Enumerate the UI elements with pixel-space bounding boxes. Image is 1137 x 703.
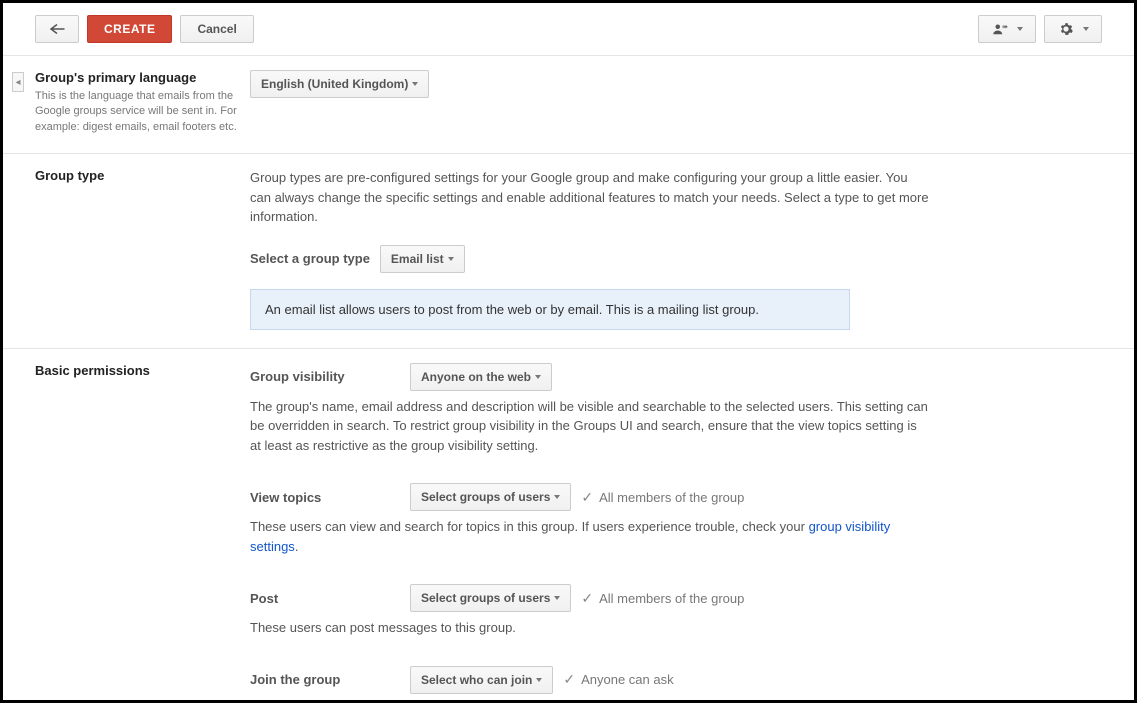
visibility-label: Group visibility: [250, 369, 400, 384]
gear-icon: [1057, 22, 1075, 36]
grouptype-dropdown[interactable]: Email list: [380, 245, 465, 273]
checkmark-icon: ✓: [581, 590, 593, 607]
viewtopics-check: ✓ All members of the group: [581, 489, 744, 506]
join-label: Join the group: [250, 672, 400, 687]
language-value: English (United Kingdom): [261, 77, 408, 91]
back-button[interactable]: [35, 15, 79, 43]
chevron-down-icon: [535, 375, 541, 379]
visibility-dropdown[interactable]: Anyone on the web: [410, 363, 552, 391]
language-desc: This is the language that emails from th…: [35, 89, 238, 135]
join-check: ✓ Anyone can ask: [563, 671, 673, 688]
chevron-down-icon: [554, 495, 560, 499]
language-dropdown[interactable]: English (United Kingdom): [250, 70, 429, 98]
members-button[interactable]: [978, 15, 1036, 43]
join-value: Select who can join: [421, 673, 532, 687]
post-label: Post: [250, 591, 400, 606]
visibility-desc: The group's name, email address and desc…: [250, 397, 930, 456]
chevron-down-icon: [1083, 27, 1089, 31]
checkmark-icon: ✓: [563, 671, 575, 688]
viewtopics-value: Select groups of users: [421, 490, 550, 504]
post-dropdown[interactable]: Select groups of users: [410, 584, 571, 612]
chevron-down-icon: [448, 257, 454, 261]
create-button[interactable]: CREATE: [87, 15, 172, 43]
grouptype-intro: Group types are pre-configured settings …: [250, 168, 930, 227]
grouptype-infobox: An email list allows users to post from …: [250, 289, 850, 330]
post-check: ✓ All members of the group: [581, 590, 744, 607]
back-arrow-icon: [48, 22, 66, 36]
viewtopics-desc: These users can view and search for topi…: [250, 517, 930, 556]
permissions-title: Basic permissions: [35, 363, 238, 378]
language-title: Group's primary language: [35, 70, 238, 85]
viewtopics-desc-post: .: [295, 539, 299, 554]
chevron-down-icon: [1017, 27, 1023, 31]
cancel-button[interactable]: Cancel: [180, 15, 253, 43]
viewtopics-label: View topics: [250, 490, 400, 505]
person-add-icon: [991, 22, 1009, 36]
grouptype-title: Group type: [35, 168, 238, 183]
checkmark-icon: ✓: [581, 489, 593, 506]
post-desc: These users can post messages to this gr…: [250, 618, 930, 638]
join-check-label: Anyone can ask: [581, 672, 674, 687]
grouptype-value: Email list: [391, 252, 444, 266]
join-dropdown[interactable]: Select who can join: [410, 666, 553, 694]
visibility-value: Anyone on the web: [421, 370, 531, 384]
viewtopics-desc-pre: These users can view and search for topi…: [250, 519, 809, 534]
viewtopics-dropdown[interactable]: Select groups of users: [410, 483, 571, 511]
chevron-down-icon: [412, 82, 418, 86]
chevron-down-icon: [554, 596, 560, 600]
chevron-down-icon: [536, 678, 542, 682]
grouptype-select-label: Select a group type: [250, 251, 370, 266]
settings-button[interactable]: [1044, 15, 1102, 43]
sidebar-collapse-handle[interactable]: ◂: [12, 72, 24, 92]
viewtopics-check-label: All members of the group: [599, 490, 744, 505]
post-check-label: All members of the group: [599, 591, 744, 606]
post-value: Select groups of users: [421, 591, 550, 605]
